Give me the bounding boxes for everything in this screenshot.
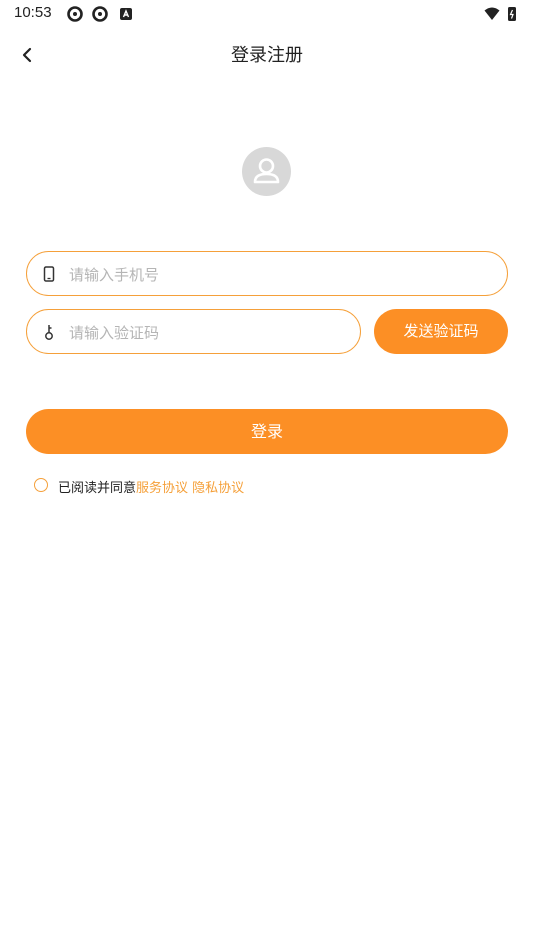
avatar <box>242 147 291 196</box>
service-agreement-link[interactable]: 服务协议 <box>136 481 188 496</box>
code-placeholder: 请输入验证码 <box>69 324 160 342</box>
app-icon <box>120 8 132 20</box>
avatar-icon <box>253 158 280 184</box>
status-bar: 10:53 <box>0 0 534 28</box>
battery-icon <box>508 7 516 21</box>
wifi-icon <box>484 7 500 20</box>
privacy-agreement-link[interactable]: 隐私协议 <box>192 481 244 496</box>
verification-code-input[interactable]: 请输入验证码 <box>26 309 361 354</box>
phone-icon <box>43 266 55 282</box>
status-time: 10:53 <box>14 4 52 21</box>
phone-placeholder: 请输入手机号 <box>69 266 160 284</box>
agreement-checkbox[interactable] <box>34 478 48 492</box>
settings-icon <box>92 6 108 22</box>
agreement-text: 已阅读并同意服务协议 隐私协议 <box>58 477 244 496</box>
title-bar: 登录注册 <box>0 28 534 80</box>
phone-input[interactable]: 请输入手机号 <box>26 251 508 296</box>
key-icon <box>45 325 53 340</box>
login-button[interactable]: 登录 <box>26 409 508 454</box>
settings-icon <box>67 6 83 22</box>
agreement-prefix: 已阅读并同意 <box>58 481 137 496</box>
page-title: 登录注册 <box>231 45 303 66</box>
send-code-button[interactable]: 发送验证码 <box>374 309 508 354</box>
